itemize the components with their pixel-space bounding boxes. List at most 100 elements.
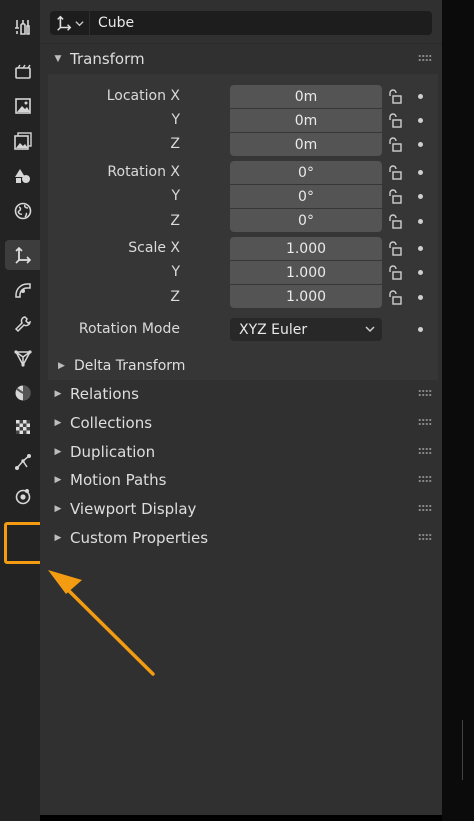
unlock-icon[interactable] bbox=[387, 214, 403, 230]
keyframe-dot-icon[interactable] bbox=[418, 118, 423, 123]
object-name-field[interactable]: Cube bbox=[50, 11, 432, 35]
unlock-icon[interactable] bbox=[387, 89, 403, 105]
unlock-icon[interactable] bbox=[387, 241, 403, 257]
location-z-label: Z bbox=[170, 136, 180, 152]
panel-title: Collections bbox=[70, 414, 153, 432]
expanded-triangle-icon: ▼ bbox=[54, 54, 62, 64]
unlock-icon[interactable] bbox=[387, 265, 403, 281]
drag-handle-icon[interactable] bbox=[418, 389, 432, 397]
unlock-icon[interactable] bbox=[387, 137, 403, 153]
location-y-label: Y bbox=[171, 112, 180, 128]
object-axes-icon bbox=[57, 15, 72, 31]
tab-render[interactable] bbox=[7, 56, 39, 86]
tab-world[interactable] bbox=[7, 196, 39, 226]
constraint-icon bbox=[15, 454, 31, 470]
scale-x-field[interactable]: 1.000 bbox=[230, 237, 382, 260]
output-icon bbox=[15, 98, 31, 114]
tab-texture[interactable] bbox=[7, 412, 39, 442]
panel-title: Transform bbox=[70, 50, 145, 68]
location-x-label: Location X bbox=[106, 88, 180, 104]
custom-properties-panel-header[interactable]: ▶ Custom Properties bbox=[48, 524, 438, 552]
unlock-icon[interactable] bbox=[387, 165, 403, 181]
keyframe-dot-icon[interactable] bbox=[418, 219, 423, 224]
keyframe-dot-icon[interactable] bbox=[418, 142, 423, 147]
keyframe-dot-icon[interactable] bbox=[418, 246, 423, 251]
keyframe-dot-icon[interactable] bbox=[418, 327, 423, 332]
panel-title: Viewport Display bbox=[70, 500, 197, 518]
drag-handle-icon[interactable] bbox=[418, 504, 432, 512]
rotation-y-label: Y bbox=[171, 188, 180, 204]
collections-panel-header[interactable]: ▶ Collections bbox=[48, 409, 438, 437]
rotation-mode-value: XYZ Euler bbox=[239, 321, 308, 338]
unlock-icon[interactable] bbox=[387, 290, 403, 306]
tab-object[interactable] bbox=[5, 240, 40, 270]
panel-title: Motion Paths bbox=[70, 471, 167, 489]
transform-panel-header[interactable]: ▼ Transform bbox=[48, 45, 438, 73]
rotation-x-field[interactable]: 0° bbox=[230, 161, 382, 184]
tab-view-layer[interactable] bbox=[7, 126, 39, 156]
keyframe-dot-icon[interactable] bbox=[418, 270, 423, 275]
unlock-icon[interactable] bbox=[387, 189, 403, 205]
tab-scene[interactable] bbox=[7, 161, 39, 191]
motion-paths-panel-header[interactable]: ▶ Motion Paths bbox=[48, 466, 438, 494]
keyframe-dot-icon[interactable] bbox=[418, 295, 423, 300]
collapsed-triangle-icon: ▶ bbox=[54, 504, 62, 514]
drag-handle-icon[interactable] bbox=[418, 447, 432, 455]
tab-tool[interactable] bbox=[7, 12, 39, 42]
window-edge bbox=[462, 720, 463, 780]
chevron-down-icon bbox=[365, 326, 375, 333]
collapsed-triangle-icon: ▶ bbox=[54, 418, 62, 428]
relations-panel-header[interactable]: ▶ Relations bbox=[48, 380, 438, 408]
tab-output[interactable] bbox=[7, 91, 39, 121]
tool-icon bbox=[15, 20, 30, 35]
tab-particles[interactable] bbox=[7, 309, 39, 339]
tab-data[interactable] bbox=[7, 343, 39, 373]
collapsed-triangle-icon: ▶ bbox=[54, 389, 62, 399]
collapsed-triangle-icon: ▶ bbox=[54, 533, 62, 543]
drag-handle-icon[interactable] bbox=[418, 475, 432, 483]
keyframe-dot-icon[interactable] bbox=[418, 94, 423, 99]
scale-z-field[interactable]: 1.000 bbox=[230, 285, 382, 308]
drag-handle-icon[interactable] bbox=[418, 418, 432, 426]
collapsed-triangle-icon: ▶ bbox=[58, 361, 65, 371]
drag-handle-icon[interactable] bbox=[418, 533, 432, 541]
tab-material[interactable] bbox=[7, 378, 39, 408]
rotation-x-label: Rotation X bbox=[107, 164, 180, 180]
delta-transform-subpanel[interactable]: ▶ Delta Transform bbox=[58, 356, 185, 376]
location-z-field[interactable]: 0m bbox=[230, 133, 382, 156]
rotation-mode-dropdown[interactable]: XYZ Euler bbox=[230, 318, 382, 341]
collapsed-triangle-icon: ▶ bbox=[54, 475, 62, 485]
tab-physics[interactable] bbox=[7, 481, 39, 511]
rotation-z-label: Z bbox=[170, 213, 180, 229]
scale-y-label: Y bbox=[171, 264, 180, 280]
object-axes-icon bbox=[14, 246, 31, 264]
drag-handle-icon[interactable] bbox=[418, 54, 432, 62]
tab-modifiers[interactable] bbox=[7, 275, 39, 305]
mesh-data-icon bbox=[14, 350, 32, 367]
material-sphere-icon bbox=[15, 385, 31, 401]
rotation-y-field[interactable]: 0° bbox=[230, 185, 382, 208]
keyframe-dot-icon[interactable] bbox=[418, 194, 423, 199]
properties-tab-bar bbox=[0, 0, 40, 821]
view-layer-icon bbox=[14, 132, 32, 150]
wrench-icon bbox=[14, 316, 31, 333]
rotation-z-field[interactable]: 0° bbox=[230, 209, 382, 232]
scale-y-field[interactable]: 1.000 bbox=[230, 261, 382, 284]
panel-title: Custom Properties bbox=[70, 529, 209, 547]
rotation-mode-label: Rotation Mode bbox=[78, 321, 180, 337]
viewport-display-panel-header[interactable]: ▶ Viewport Display bbox=[48, 495, 438, 523]
unlock-icon[interactable] bbox=[387, 113, 403, 129]
modifier-icon bbox=[15, 283, 31, 298]
physics-icon bbox=[15, 489, 31, 505]
object-type-selector[interactable] bbox=[50, 11, 90, 35]
location-x-field[interactable]: 0m bbox=[230, 85, 382, 108]
world-icon bbox=[14, 202, 32, 220]
checker-texture-icon bbox=[16, 420, 30, 434]
scale-x-label: Scale X bbox=[128, 240, 180, 256]
keyframe-dot-icon[interactable] bbox=[418, 170, 423, 175]
location-y-field[interactable]: 0m bbox=[230, 109, 382, 132]
scene-icon bbox=[15, 169, 30, 183]
collapsed-triangle-icon: ▶ bbox=[54, 447, 62, 457]
tab-constraints[interactable] bbox=[7, 447, 39, 477]
duplication-panel-header[interactable]: ▶ Duplication bbox=[48, 438, 438, 466]
